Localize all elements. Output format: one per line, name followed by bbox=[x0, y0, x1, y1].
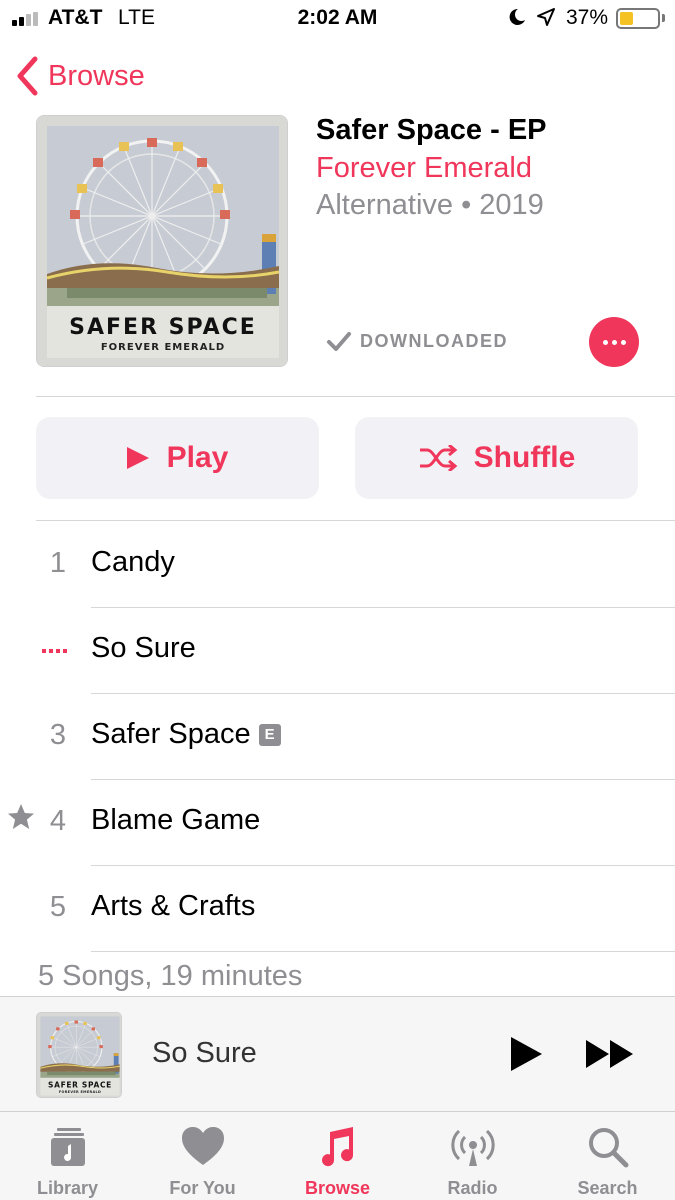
tracklist-divider bbox=[36, 520, 675, 521]
status-bar: AT&T LTE 2:02 AM 37% bbox=[0, 0, 675, 38]
track-title-wrap: Safer Space E bbox=[91, 718, 281, 751]
tab-radio[interactable]: Radio bbox=[405, 1112, 540, 1200]
battery-nub bbox=[662, 14, 665, 22]
track-number: 3 bbox=[49, 719, 67, 751]
header-divider bbox=[36, 396, 675, 397]
tab-search[interactable]: Search bbox=[540, 1112, 675, 1200]
battery-icon bbox=[616, 8, 660, 29]
chevron-left-icon bbox=[17, 56, 38, 96]
downloaded-status: DOWNLOADED bbox=[326, 330, 508, 352]
back-button[interactable]: Browse bbox=[14, 54, 145, 98]
tab-bar: Library For You Browse Radio Search bbox=[0, 1111, 675, 1200]
mini-player-title[interactable]: So Sure bbox=[152, 1037, 257, 1070]
play-icon bbox=[126, 447, 149, 469]
album-summary: 5 Songs, 19 minutes bbox=[38, 960, 303, 992]
album-genre-year: Alternative • 2019 bbox=[316, 189, 544, 221]
mini-player-artwork[interactable] bbox=[36, 1012, 122, 1098]
radio-icon bbox=[451, 1129, 495, 1166]
track-title: Safer Space bbox=[91, 718, 251, 750]
mini-player[interactable]: So Sure bbox=[0, 996, 675, 1111]
tab-label: For You bbox=[169, 1178, 236, 1198]
library-icon bbox=[51, 1128, 85, 1166]
track-title: Arts & Crafts bbox=[91, 890, 256, 922]
tab-library[interactable]: Library bbox=[0, 1112, 135, 1200]
location-icon bbox=[537, 8, 555, 26]
moon-icon bbox=[509, 8, 525, 25]
music-note-icon bbox=[322, 1127, 354, 1167]
shuffle-label: Shuffle bbox=[473, 441, 576, 474]
tab-label: Search bbox=[577, 1178, 638, 1198]
track-number: 4 bbox=[49, 805, 67, 837]
row-divider bbox=[91, 951, 675, 952]
checkmark-icon bbox=[327, 332, 351, 351]
now-playing-indicator-icon bbox=[42, 649, 67, 653]
track-title: Blame Game bbox=[91, 804, 261, 836]
track-row[interactable]: 3 Safer Space E bbox=[0, 694, 675, 780]
more-options-button[interactable] bbox=[589, 317, 639, 367]
search-icon bbox=[589, 1128, 629, 1168]
more-dot-icon bbox=[611, 339, 617, 345]
more-dot-icon bbox=[620, 339, 626, 345]
play-icon[interactable] bbox=[506, 1035, 546, 1073]
track-title: So Sure bbox=[91, 632, 196, 664]
battery-percent: 37% bbox=[566, 6, 609, 29]
track-row[interactable]: 4 Blame Game bbox=[0, 780, 675, 866]
tab-label: Radio bbox=[447, 1178, 498, 1198]
track-number: 5 bbox=[49, 891, 67, 923]
heart-icon bbox=[182, 1127, 224, 1165]
track-row[interactable]: 5 Arts & Crafts bbox=[0, 866, 675, 952]
downloaded-label: DOWNLOADED bbox=[360, 330, 508, 351]
album-cover-art bbox=[37, 116, 288, 367]
track-row-now-playing[interactable]: So Sure bbox=[0, 608, 675, 694]
fast-forward-icon[interactable] bbox=[584, 1037, 636, 1071]
track-row[interactable]: 1 Candy bbox=[0, 522, 675, 608]
mini-cover-art bbox=[37, 1013, 122, 1098]
back-label: Browse bbox=[48, 59, 145, 92]
track-title: Candy bbox=[91, 546, 175, 578]
album-artist-link[interactable]: Forever Emerald bbox=[316, 152, 532, 185]
tab-for-you[interactable]: For You bbox=[135, 1112, 270, 1200]
album-title: Safer Space - EP bbox=[316, 114, 547, 146]
tab-label: Browse bbox=[304, 1178, 371, 1198]
play-label: Play bbox=[166, 441, 229, 474]
shuffle-button[interactable]: Shuffle bbox=[355, 417, 638, 499]
play-button[interactable]: Play bbox=[36, 417, 319, 499]
track-number: 1 bbox=[49, 547, 67, 579]
tab-label: Library bbox=[36, 1178, 99, 1198]
shuffle-icon bbox=[419, 445, 457, 471]
album-cover[interactable] bbox=[36, 115, 288, 367]
more-dot-icon bbox=[602, 339, 608, 345]
tab-browse[interactable]: Browse bbox=[270, 1112, 405, 1200]
explicit-badge: E bbox=[258, 724, 281, 746]
star-icon bbox=[8, 804, 34, 829]
